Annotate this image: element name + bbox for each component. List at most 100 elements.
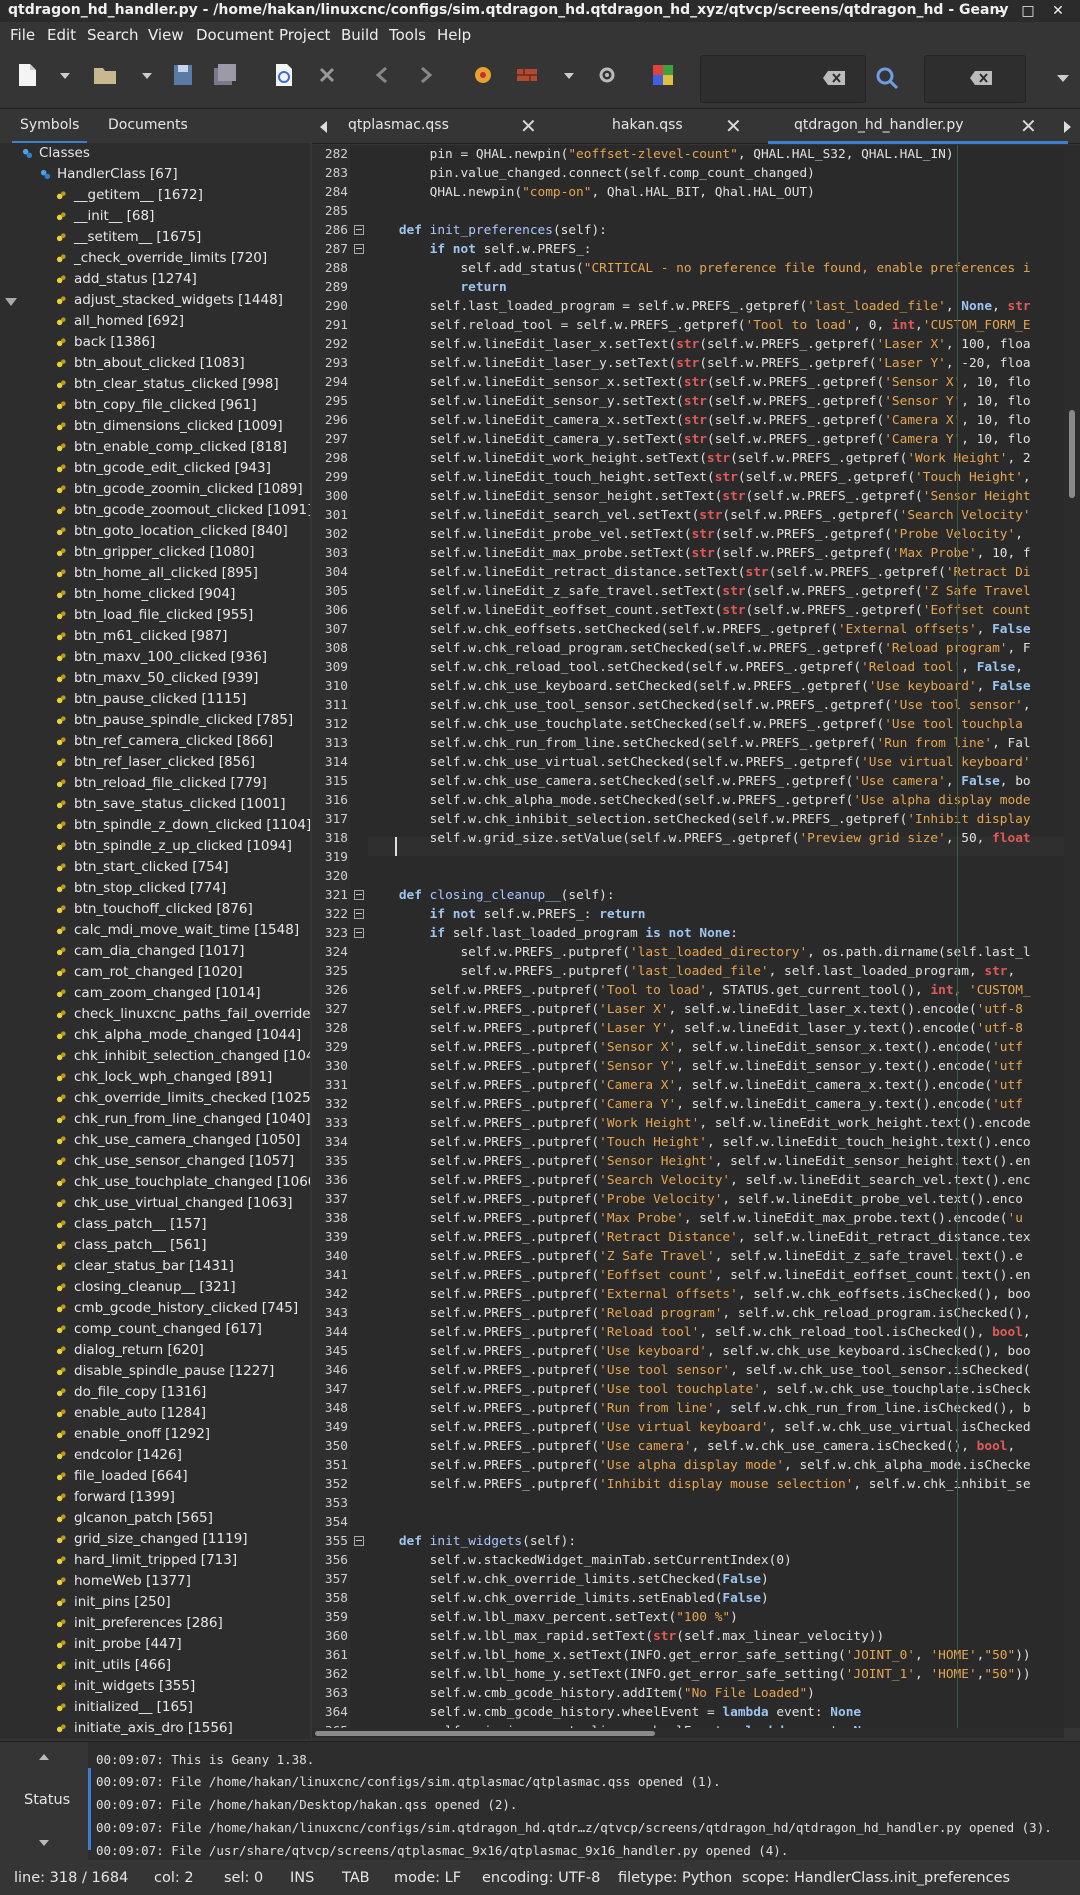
code-line[interactable]: self.w.chk_use_touchplate.setChecked(sel… xyxy=(368,715,1023,734)
code-editor[interactable]: 282 pin = QHAL.newpin("eoffset-zlevel-co… xyxy=(312,145,1064,1728)
code-line[interactable]: self.w.lineEdit_work_height.setText(str(… xyxy=(368,449,1031,468)
scroll-down-icon[interactable] xyxy=(39,1840,49,1846)
toolbar-overflow-icon[interactable] xyxy=(1048,63,1069,97)
menu-document[interactable]: Document xyxy=(196,26,274,44)
code-line[interactable]: self.w.lineEdit_probe_vel.setText(str(se… xyxy=(368,525,1023,544)
code-line[interactable]: self.w.PREFS_.putpref('Eoffset count', s… xyxy=(368,1266,1031,1285)
open-dropdown-icon[interactable] xyxy=(132,60,152,94)
code-line[interactable]: QHAL.newpin("comp-on", Qhal.HAL_BIT, Qha… xyxy=(368,183,815,202)
code-line[interactable]: self.w.PREFS_.putpref('Run from line', s… xyxy=(368,1399,1031,1418)
forward-icon[interactable] xyxy=(410,60,440,94)
menu-tools[interactable]: Tools xyxy=(389,26,426,44)
code-line[interactable]: self.w.lbl_max_rapid.setText(str(self.ma… xyxy=(368,1627,885,1646)
menu-search[interactable]: Search xyxy=(87,26,139,44)
build-dropdown-icon[interactable] xyxy=(554,60,574,94)
scrollbar-thumb[interactable] xyxy=(315,1731,655,1736)
close-tab-icon[interactable]: ✕ xyxy=(1020,116,1037,136)
code-line[interactable]: self.w.chk_override_limits.setChecked(Fa… xyxy=(368,1570,769,1589)
fold-toggle-icon[interactable] xyxy=(354,244,364,254)
code-line[interactable]: self.w.PREFS_.putpref('Use keyboard', se… xyxy=(368,1342,1031,1361)
code-line[interactable]: self.w.PREFS_.putpref('Use tool touchpla… xyxy=(368,1380,1031,1399)
new-dropdown-icon[interactable] xyxy=(50,60,70,94)
code-line[interactable]: self.w.PREFS_.putpref('Search Velocity',… xyxy=(368,1171,1031,1190)
close-tab-icon[interactable]: ✕ xyxy=(725,116,742,136)
code-line[interactable]: self.w.PREFS_.putpref('Use tool sensor',… xyxy=(368,1361,1031,1380)
code-line[interactable]: self.w.chk_override_limits.setEnabled(Fa… xyxy=(368,1589,769,1608)
code-line[interactable]: self.w.chk_use_tool_sensor.setChecked(se… xyxy=(368,696,1031,715)
menu-project[interactable]: Project xyxy=(279,26,330,44)
code-line[interactable]: self.w.PREFS_.putpref('Camera X', self.w… xyxy=(368,1076,1023,1095)
expander-icon[interactable] xyxy=(5,298,17,306)
code-line[interactable]: self.w.lineEdit_sensor_y.setText(str(sel… xyxy=(368,392,1031,411)
tab-status[interactable]: Status xyxy=(24,1792,70,1808)
build-icon[interactable] xyxy=(512,60,542,94)
code-line[interactable]: if self.last_loaded_program is not None: xyxy=(368,924,738,943)
code-line[interactable]: self.w.lineEdit_retract_distance.setText… xyxy=(368,563,1031,582)
save-all-icon[interactable] xyxy=(210,60,240,94)
tabs-scroll-left-icon[interactable] xyxy=(320,121,327,133)
tabs-scroll-right-icon[interactable] xyxy=(1064,121,1071,133)
code-line[interactable]: def closing_cleanup__(self): xyxy=(368,886,615,905)
code-line[interactable]: self.w.lbl_home_x.setText(INFO.get_error… xyxy=(368,1646,1031,1665)
menu-build[interactable]: Build xyxy=(341,26,379,44)
code-line[interactable]: self.w.cmb_gcode_history.addItem("No Fil… xyxy=(368,1684,815,1703)
tab-documents[interactable]: Documents xyxy=(100,109,196,141)
code-line[interactable]: self.w.lineEdit_camera_y.setText(str(sel… xyxy=(368,430,1031,449)
menu-view[interactable]: View xyxy=(148,26,184,44)
fold-toggle-icon[interactable] xyxy=(354,890,364,900)
code-line[interactable]: self.w.lineEdit_camera_x.setText(str(sel… xyxy=(368,411,1031,430)
code-line[interactable]: self.w.PREFS_.putpref('Reload program', … xyxy=(368,1304,1031,1323)
code-line[interactable]: self.w.chk_reload_tool.setChecked(self.w… xyxy=(368,658,1031,677)
code-line[interactable]: self.w.PREFS_.putpref('Inhibit display m… xyxy=(368,1475,1031,1494)
code-line[interactable]: self.w.PREFS_.putpref('Retract Distance'… xyxy=(368,1228,1031,1247)
code-line[interactable]: self.w.stackedWidget_mainTab.setCurrentI… xyxy=(368,1551,792,1570)
back-icon[interactable] xyxy=(368,60,398,94)
clear-goto-icon[interactable] xyxy=(967,63,997,97)
code-line[interactable]: self.w.PREFS_.putpref('Use camera', self… xyxy=(368,1437,1023,1456)
close-window-button[interactable]: ✕ xyxy=(1048,1,1068,21)
code-line[interactable]: def init_widgets(self): xyxy=(368,1532,576,1551)
code-line[interactable]: self.add_status("CRITICAL - no preferenc… xyxy=(368,259,1030,278)
fold-toggle-icon[interactable] xyxy=(354,225,364,235)
code-line[interactable]: self.w.PREFS_.putpref('External offsets'… xyxy=(368,1285,1031,1304)
code-line[interactable]: self.w.PREFS_.putpref('Tool to load', ST… xyxy=(368,981,1031,1000)
menu-help[interactable]: Help xyxy=(437,26,471,44)
find-icon[interactable] xyxy=(872,63,902,97)
code-line[interactable]: self.w.PREFS_.putpref('Sensor Y', self.w… xyxy=(368,1057,1023,1076)
code-line[interactable]: self.w.chk_use_camera.setChecked(self.w.… xyxy=(368,772,1031,791)
clear-search-icon[interactable] xyxy=(820,63,850,97)
code-line[interactable]: self.w.chk_inhibit_selection.setChecked(… xyxy=(368,810,1031,829)
code-line[interactable]: self.w.PREFS_.putpref('Use alpha display… xyxy=(368,1456,1031,1475)
fold-toggle-icon[interactable] xyxy=(354,928,364,938)
scrollbar-thumb[interactable] xyxy=(1069,410,1075,498)
save-icon[interactable] xyxy=(168,60,198,94)
code-line[interactable]: self.w.PREFS_.putpref('Laser X', self.w.… xyxy=(368,1000,1023,1019)
code-line[interactable]: self.w.PREFS_.putpref('last_loaded_file'… xyxy=(368,962,1023,981)
menu-file[interactable]: File xyxy=(10,26,35,44)
code-line[interactable]: self.w.chk_reload_program.setChecked(sel… xyxy=(368,639,1031,658)
code-line[interactable]: self.w.chk_use_keyboard.setChecked(self.… xyxy=(368,677,1031,696)
execute-icon[interactable] xyxy=(592,60,622,94)
horizontal-scrollbar[interactable] xyxy=(312,1728,1064,1738)
code-line[interactable]: def init_preferences(self): xyxy=(368,221,607,240)
code-line[interactable]: self.w.lineEdit_laser_x.setText(str(self… xyxy=(368,335,1031,354)
fold-toggle-icon[interactable] xyxy=(354,909,364,919)
compile-icon[interactable] xyxy=(468,60,498,94)
code-line[interactable]: pin.value_changed.connect(self.comp_coun… xyxy=(368,164,815,183)
menu-edit[interactable]: Edit xyxy=(47,26,76,44)
tab-symbols[interactable]: Symbols xyxy=(12,109,88,144)
code-line[interactable]: self.w.lineEdit_max_probe.setText(str(se… xyxy=(368,544,1031,563)
code-line[interactable]: self.w.PREFS_.putpref('Touch Height', se… xyxy=(368,1133,1031,1152)
code-line[interactable]: self.w.PREFS_.putpref('Laser Y', self.w.… xyxy=(368,1019,1023,1038)
reload-icon[interactable] xyxy=(268,60,298,94)
code-line[interactable]: self.w.chk_alpha_mode.setChecked(self.w.… xyxy=(368,791,1031,810)
code-line[interactable]: self.w.lineEdit_sensor_x.setText(str(sel… xyxy=(368,373,1031,392)
minimize-button[interactable]: – xyxy=(990,1,1010,21)
maximize-button[interactable]: □ xyxy=(1018,1,1038,21)
tab-qtplasmac-qss[interactable]: qtplasmac.qss xyxy=(348,109,548,141)
code-line[interactable]: self.w.chk_eoffsets.setChecked(self.w.PR… xyxy=(368,620,1031,639)
code-line[interactable]: self.w.lbl_maxv_percent.setText("100 %") xyxy=(368,1608,738,1627)
open-file-icon[interactable] xyxy=(90,60,120,94)
code-line[interactable]: self.w.PREFS_.putpref('Camera Y', self.w… xyxy=(368,1095,1023,1114)
code-line[interactable]: self.w.PREFS_.putpref('Z Safe Travel', s… xyxy=(368,1247,1023,1266)
